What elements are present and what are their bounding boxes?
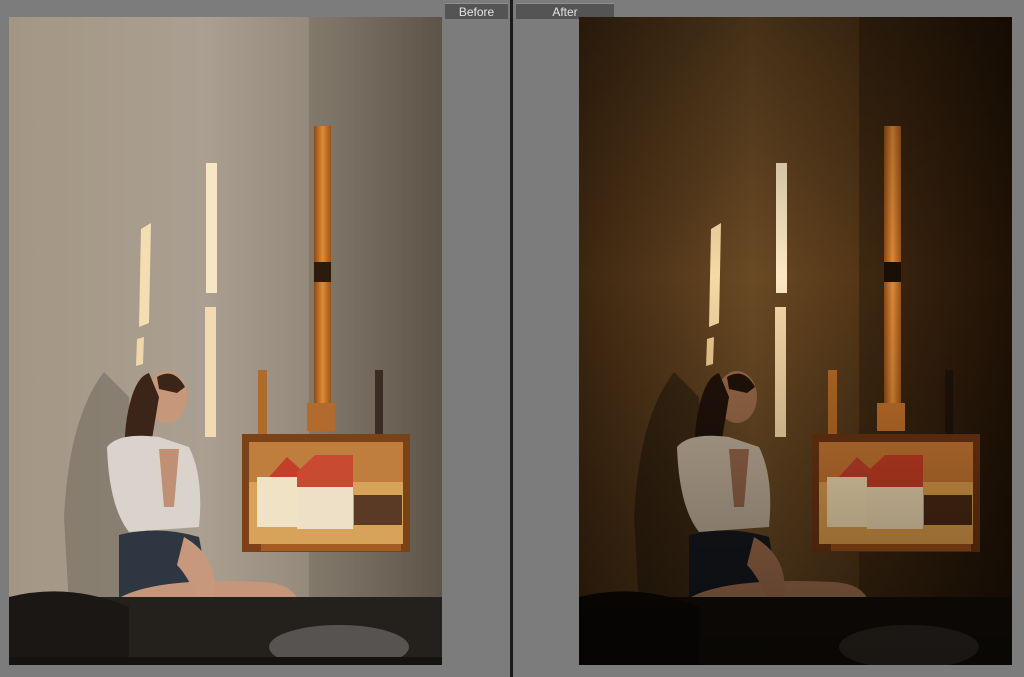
before-photo[interactable] (9, 17, 442, 665)
after-photo[interactable] (579, 17, 1012, 665)
before-pane: Before (0, 0, 510, 677)
after-pane: After (513, 0, 1024, 677)
photo-image-after (579, 17, 1012, 665)
before-label: Before (445, 3, 508, 19)
photo-image-before (9, 17, 442, 665)
